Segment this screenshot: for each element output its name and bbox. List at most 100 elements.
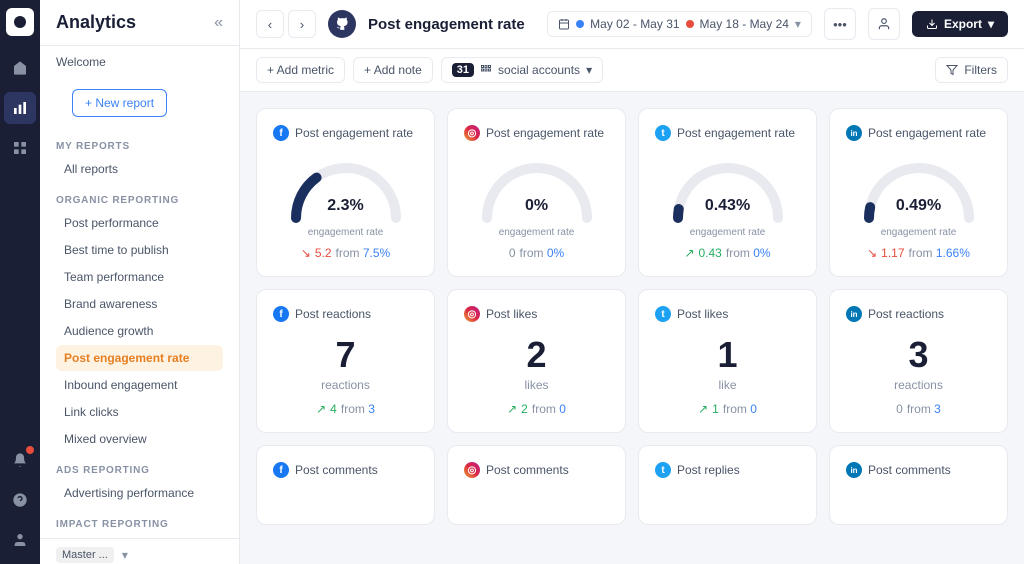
- add-metric-label: + Add metric: [267, 63, 334, 77]
- tw-icon: t: [655, 125, 671, 141]
- social-accounts-chevron-icon: ▾: [586, 63, 592, 77]
- card-ig-header: ◎ Post engagement rate: [464, 125, 609, 141]
- more-dots-icon: •••: [833, 17, 847, 32]
- li-reactions-from: from 3: [907, 402, 941, 416]
- card-li-comments: in Post comments: [829, 445, 1008, 525]
- ig-likes-change: ↗ 2 from 0: [507, 402, 566, 416]
- li-gauge-value: 0.49%: [859, 197, 979, 215]
- card-ig-engagement-rate: ◎ Post engagement rate 0% engagement rat…: [447, 108, 626, 277]
- add-note-button[interactable]: + Add note: [353, 57, 433, 83]
- new-report-button[interactable]: + New report: [72, 89, 167, 117]
- footer-chevron: ▾: [122, 548, 128, 562]
- sidebar-item-advertising-performance[interactable]: Advertising performance: [56, 480, 223, 506]
- card-tw-engagement-rate: t Post engagement rate 0.43% engagement …: [638, 108, 817, 277]
- card-ig-title: Post engagement rate: [486, 126, 604, 140]
- card-fb-comments-title: Post comments: [295, 463, 378, 477]
- page-title: Post engagement rate: [368, 16, 535, 33]
- sidebar-item-audience-growth[interactable]: Audience growth: [56, 318, 223, 344]
- card-tw-replies-title: Post replies: [677, 463, 740, 477]
- fb-reactions-change-val: 4: [330, 402, 337, 416]
- tw-change-val: 0.43: [699, 246, 722, 260]
- ads-reporting-label: ADS REPORTING: [56, 465, 223, 476]
- nav-notifications[interactable]: [4, 444, 36, 476]
- sidebar-item-team-performance[interactable]: Team performance: [56, 264, 223, 290]
- engagement-rate-row: f Post engagement rate 2.3% engagement r…: [256, 108, 1008, 277]
- date-dot-2: [686, 20, 694, 28]
- card-ig-likes-header: ◎ Post likes: [464, 306, 609, 322]
- ig-change-val: 0: [509, 246, 516, 260]
- card-li-engagement-rate: in Post engagement rate 0.49% engagement…: [829, 108, 1008, 277]
- li-reactions-change: 0 from 3: [896, 402, 941, 416]
- date-range-1-button[interactable]: May 02 - May 31 May 18 - May 24 ▾: [547, 11, 812, 37]
- card-tw-likes: t Post likes 1 like ↗ 1 from 0: [638, 289, 817, 433]
- fb-gauge-value: 2.3%: [286, 197, 406, 215]
- social-accounts-button[interactable]: 31 social accounts ▾: [441, 57, 603, 83]
- ig-gauge-value: 0%: [477, 197, 597, 215]
- fb-reactions-icon: f: [273, 306, 289, 322]
- comments-row: f Post comments ◎ Post comments t Post r…: [256, 445, 1008, 525]
- card-ig-comments-header: ◎ Post comments: [464, 462, 609, 478]
- nav-grid[interactable]: [4, 132, 36, 164]
- organic-reporting-label: ORGANIC REPORTING: [56, 195, 223, 206]
- fb-reactions-from: from 3: [341, 402, 375, 416]
- notification-badge: [26, 446, 34, 454]
- sidebar-header: Analytics «: [40, 0, 239, 46]
- user-button[interactable]: [868, 8, 900, 40]
- toolbar: + Add metric + Add note 31 social accoun…: [240, 49, 1024, 92]
- organic-reporting-section: ORGANIC REPORTING Post performance Best …: [40, 187, 239, 457]
- icon-bar: [0, 0, 40, 564]
- tw-gauge-label: engagement rate: [690, 227, 766, 238]
- card-li-reactions-header: in Post reactions: [846, 306, 991, 322]
- sidebar-item-post-performance[interactable]: Post performance: [56, 210, 223, 236]
- date-range-1-label: May 02 - May 31: [590, 17, 679, 31]
- ig-likes-value: 2: [526, 334, 546, 376]
- card-li-comments-header: in Post comments: [846, 462, 991, 478]
- sidebar-title: Analytics: [56, 12, 136, 33]
- tw-likes-change-val: 1: [712, 402, 719, 416]
- sidebar-item-brand-awareness[interactable]: Brand awareness: [56, 291, 223, 317]
- card-li-comments-title: Post comments: [868, 463, 951, 477]
- impact-reporting-label: IMPACT REPORTING: [56, 519, 223, 530]
- ig-likes-change-val: 2: [521, 402, 528, 416]
- nav-profile[interactable]: [4, 524, 36, 556]
- li-icon: in: [846, 125, 862, 141]
- master-tag[interactable]: Master ...: [56, 547, 114, 563]
- sidebar-item-best-time[interactable]: Best time to publish: [56, 237, 223, 263]
- sidebar-item-link-clicks[interactable]: Link clicks: [56, 399, 223, 425]
- sidebar-item-inbound-engagement[interactable]: Inbound engagement: [56, 372, 223, 398]
- date-chevron-icon: ▾: [795, 17, 801, 31]
- nav-home[interactable]: [4, 52, 36, 84]
- tw-likes-from: from 0: [723, 402, 757, 416]
- add-metric-button[interactable]: + Add metric: [256, 57, 345, 83]
- nav-analytics[interactable]: [4, 92, 36, 124]
- sidebar-item-mixed-overview[interactable]: Mixed overview: [56, 426, 223, 452]
- sidebar-welcome-label: Welcome: [56, 55, 106, 69]
- filters-button[interactable]: Filters: [935, 57, 1008, 83]
- ig-gauge: 0%: [477, 153, 597, 223]
- sidebar-item-post-engagement-rate[interactable]: Post engagement rate: [56, 345, 223, 371]
- sidebar-item-all-reports[interactable]: All reports: [56, 156, 223, 182]
- card-tw-likes-title: Post likes: [677, 307, 728, 321]
- li-change-from: from 1.66%: [909, 246, 970, 260]
- card-ig-comments: ◎ Post comments: [447, 445, 626, 525]
- reactions-row: f Post reactions 7 reactions ↗ 4 from 3 …: [256, 289, 1008, 433]
- back-button[interactable]: ‹: [256, 10, 284, 38]
- sidebar-footer: Master ... ▾: [40, 538, 239, 564]
- card-li-header: in Post engagement rate: [846, 125, 991, 141]
- report-icon: [328, 10, 356, 38]
- fb-reactions-value: 7: [335, 334, 355, 376]
- sidebar-collapse-btn[interactable]: «: [214, 14, 223, 32]
- fb-change-from: from 7.5%: [336, 246, 391, 260]
- more-options-button[interactable]: •••: [824, 8, 856, 40]
- card-ig-likes-title: Post likes: [486, 307, 537, 321]
- filters-label: Filters: [964, 63, 997, 77]
- ig-comments-icon: ◎: [464, 462, 480, 478]
- card-li-reactions: in Post reactions 3 reactions 0 from 3: [829, 289, 1008, 433]
- forward-button[interactable]: ›: [288, 10, 316, 38]
- nav-help[interactable]: [4, 484, 36, 516]
- card-tw-replies: t Post replies: [638, 445, 817, 525]
- card-li-title: Post engagement rate: [868, 126, 986, 140]
- export-button[interactable]: Export ▾: [912, 11, 1008, 37]
- fb-reactions-arrow: ↗: [316, 402, 326, 416]
- ig-change: 0 from 0%: [509, 246, 564, 260]
